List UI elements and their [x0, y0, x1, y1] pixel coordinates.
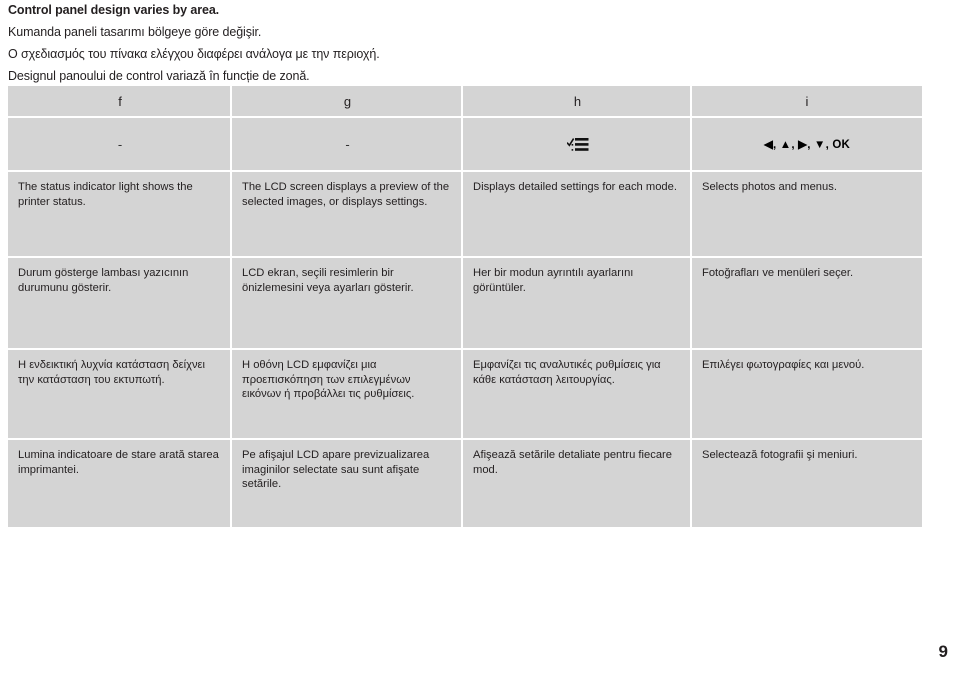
cell-tr-f: Durum gösterge lambası yazıcının durumun…: [8, 258, 232, 350]
cell-tr-g: LCD ekran, seçili resimlerin bir önizlem…: [232, 258, 463, 350]
dash-icon: -: [345, 136, 350, 152]
cell-text: Εμφανίζει τις αναλυτικές ρυθμίσεις για κ…: [473, 359, 661, 386]
cell-text: The status indicator light shows the pri…: [18, 181, 193, 208]
intro-line-en: Control panel design varies by area.: [8, 3, 220, 17]
arrow-keys-label: ◀, ▲, ▶, ▼, OK: [763, 138, 851, 151]
table-row: Η ενδεικτική λυχνία κατάσταση δείχνει τη…: [8, 350, 922, 440]
cell-text: Selectează fotografii şi meniuri.: [702, 449, 858, 461]
table-row: Lumina indicatoare de stare arată starea…: [8, 440, 922, 527]
cell-text: Pe afişajul LCD apare previzualizarea im…: [242, 449, 430, 490]
cell-text: Her bir modun ayrıntılı ayarlarını görün…: [473, 267, 634, 294]
page-number: 9: [938, 642, 948, 661]
cell-el-g: Η οθόνη LCD εμφανίζει μια προεπισκόπηση …: [232, 350, 463, 440]
intro-notes: Control panel design varies by area. Kum…: [8, 0, 928, 83]
table-row: The status indicator light shows the pri…: [8, 172, 922, 258]
icon-cell-i: ◀, ▲, ▶, ▼, OK: [692, 118, 922, 172]
cell-text: The LCD screen displays a preview of the…: [242, 181, 450, 208]
cell-ro-i: Selectează fotografii şi meniuri.: [692, 440, 922, 527]
intro-line-el: Ο σχεδιασμός του πίνακα ελέγχου διαφέρει…: [8, 47, 380, 61]
cell-en-f: The status indicator light shows the pri…: [8, 172, 232, 258]
checklist-menu-icon: [565, 137, 589, 153]
intro-line-ro: Designul panoului de control variază în …: [8, 69, 310, 83]
cell-text: Η ενδεικτική λυχνία κατάσταση δείχνει τη…: [18, 359, 206, 386]
cell-ro-h: Afişează setările detaliate pentru fieca…: [463, 440, 692, 527]
cell-text: Afişează setările detaliate pentru fieca…: [473, 449, 673, 476]
cell-text: Η οθόνη LCD εμφανίζει μια προεπισκόπηση …: [242, 359, 415, 400]
cell-text: LCD ekran, seçili resimlerin bir önizlem…: [242, 267, 414, 294]
control-panel-table: f g h i - - ◀, ▲, ▶, ▼, OK The status in…: [8, 86, 922, 527]
cell-ro-g: Pe afişajul LCD apare previzualizarea im…: [232, 440, 463, 527]
cell-el-i: Επιλέγει φωτογραφίες και μενού.: [692, 350, 922, 440]
icon-cell-f: -: [8, 118, 232, 172]
table-header-h: h: [463, 86, 692, 118]
icon-cell-g: -: [232, 118, 463, 172]
icon-cell-h: [463, 118, 692, 172]
table-icon-row: - - ◀, ▲, ▶, ▼, OK: [8, 118, 922, 172]
cell-text: Durum gösterge lambası yazıcının durumun…: [18, 267, 189, 294]
intro-line-tr: Kumanda paneli tasarımı bölgeye göre değ…: [8, 25, 262, 39]
cell-en-h: Displays detailed settings for each mode…: [463, 172, 692, 258]
manual-page: Control panel design varies by area. Kum…: [0, 0, 960, 676]
cell-ro-f: Lumina indicatoare de stare arată starea…: [8, 440, 232, 527]
table-header-i: i: [805, 93, 809, 109]
cell-en-g: The LCD screen displays a preview of the…: [232, 172, 463, 258]
cell-text: Selects photos and menus.: [702, 181, 837, 193]
cell-text: Επιλέγει φωτογραφίες και μενού.: [702, 359, 865, 371]
cell-el-h: Εμφανίζει τις αναλυτικές ρυθμίσεις για κ…: [463, 350, 692, 440]
table-header-f: f: [8, 86, 232, 118]
dash-icon: -: [117, 136, 123, 152]
cell-en-i: Selects photos and menus.: [692, 172, 922, 258]
table-header-g: g: [232, 86, 463, 118]
cell-text: Fotoğrafları ve menüleri seçer.: [702, 267, 854, 279]
table-header-row: f g h i: [8, 86, 922, 118]
cell-tr-h: Her bir modun ayrıntılı ayarlarını görün…: [463, 258, 692, 350]
cell-text: Lumina indicatoare de stare arată starea…: [18, 449, 219, 476]
cell-tr-i: Fotoğrafları ve menüleri seçer.: [692, 258, 922, 350]
cell-text: Displays detailed settings for each mode…: [473, 181, 677, 193]
cell-el-f: Η ενδεικτική λυχνία κατάσταση δείχνει τη…: [8, 350, 232, 440]
table-row: Durum gösterge lambası yazıcının durumun…: [8, 258, 922, 350]
